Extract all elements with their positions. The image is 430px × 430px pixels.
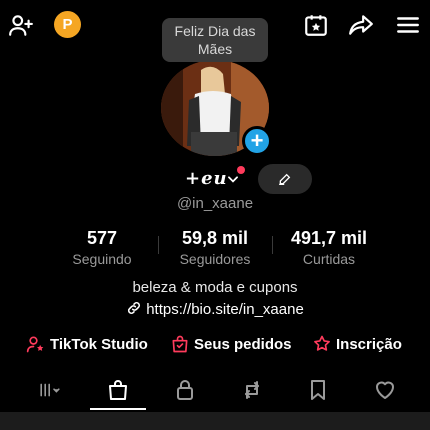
stat-label: Curtidas: [302, 251, 356, 267]
tab-saved[interactable]: [298, 372, 338, 408]
bookmark-icon: [311, 380, 325, 400]
menu-icon[interactable]: [393, 10, 423, 40]
bio-text: beleza & moda e cupons: [132, 279, 298, 296]
tool-label: Inscrição: [336, 335, 402, 353]
chevron-down-icon[interactable]: [226, 172, 240, 186]
stat-followers[interactable]: 59,8 mil Seguidores: [155, 228, 275, 267]
active-tab-indicator: [90, 408, 146, 410]
tool-label: Seus pedidos: [194, 335, 292, 353]
add-avatar-button[interactable]: +: [242, 126, 272, 156]
videos-grid-icon: [40, 383, 60, 397]
mothers-day-tooltip: Feliz Dia das Mães: [162, 18, 268, 62]
subscription-button[interactable]: Inscrição: [312, 334, 402, 354]
order-bag-icon: [172, 335, 188, 353]
lock-icon: [177, 380, 193, 400]
add-user-icon[interactable]: [6, 10, 36, 40]
content-area-edge: [0, 412, 430, 430]
bio-link[interactable]: https://bio.site/in_xaane: [0, 300, 430, 320]
orders-button[interactable]: Seus pedidos: [170, 334, 292, 354]
stat-following[interactable]: 577 Seguindo: [42, 228, 162, 267]
tab-liked[interactable]: [365, 372, 405, 408]
tab-private[interactable]: [165, 372, 205, 408]
tooltip-line2: Mães: [197, 41, 233, 57]
stat-value: 491,7 mil: [290, 228, 368, 248]
person-star-icon: [26, 336, 44, 353]
link-icon: [126, 300, 142, 320]
repost-icon: [245, 381, 259, 399]
p-badge[interactable]: P: [54, 11, 81, 38]
pencil-icon: [279, 173, 291, 185]
display-name[interactable]: +eu: [185, 168, 228, 189]
stat-label: Seguidores: [179, 251, 251, 267]
subscription-icon: [314, 335, 330, 351]
share-icon[interactable]: [346, 10, 376, 40]
calendar-star-icon[interactable]: [301, 10, 331, 40]
link-text[interactable]: https://bio.site/in_xaane: [146, 301, 304, 318]
tab-videos[interactable]: [28, 372, 72, 408]
edit-profile-button[interactable]: [258, 164, 312, 194]
username: @in_xaane: [176, 195, 254, 212]
shop-bag-icon: [109, 380, 127, 400]
heart-icon: [376, 381, 394, 399]
stat-value: 577: [86, 228, 118, 248]
tool-label: TikTok Studio: [50, 335, 148, 353]
stat-label: Seguindo: [72, 251, 132, 267]
tab-shop[interactable]: [98, 372, 138, 408]
stat-likes[interactable]: 491,7 mil Curtidas: [269, 228, 389, 267]
profile-tabs: [0, 372, 430, 410]
tooltip-line1: Feliz Dia das: [174, 23, 256, 39]
stat-value: 59,8 mil: [181, 228, 249, 248]
tiktok-studio-button[interactable]: TikTok Studio: [26, 334, 148, 354]
notification-dot: [237, 166, 245, 174]
tab-reposts[interactable]: [232, 372, 272, 408]
